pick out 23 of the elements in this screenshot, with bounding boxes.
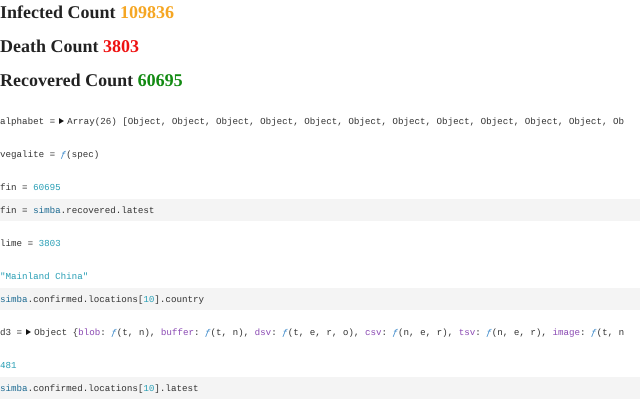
code-text: Object {blob: ƒ(t, n), buffer: ƒ(t, n), dsv: ƒ(t, e, r, o), csv: ƒ(n, e, r), tsv: ƒ(n, e, r), image: ƒ(t, n [34,326,624,338]
caret-icon[interactable] [25,329,32,335]
count-value: 60695 [138,70,183,90]
code-text: vegalite = ƒ(spec) [0,148,100,160]
code-text: d3 = [0,326,22,338]
code-cell[interactable]: simba.confirmed.locations[10].country [0,288,640,310]
heading-label: Recovered Count [0,70,134,90]
caret-icon[interactable] [58,118,64,124]
code-text: fin = 60695 [0,182,61,192]
heading-label: Death Count [0,36,99,56]
count-value: 109836 [120,2,174,22]
count-value: 3803 [103,36,140,56]
code-text: fin = simba.recovered.latest [0,204,154,216]
code-text: alphabet = [0,116,56,126]
code-text: "Mainland China" [0,270,88,282]
code-text: 481 [0,360,17,370]
code-text: Array(26) [Object, Object, Object, Object, Object, Object, Object, Object, Object, Object, Object, Ob [67,116,624,126]
code-text: simba.confirmed.locations[10].latest [0,382,199,394]
code-text: lime = 3803 [0,238,61,248]
code-cell[interactable]: fin = simba.recovered.latest [0,199,640,221]
heading-label: Infected Count [0,2,116,22]
code-text: simba.confirmed.locations[10].country [0,294,204,304]
code-cell[interactable]: simba.confirmed.locations[10].latest [0,377,640,399]
